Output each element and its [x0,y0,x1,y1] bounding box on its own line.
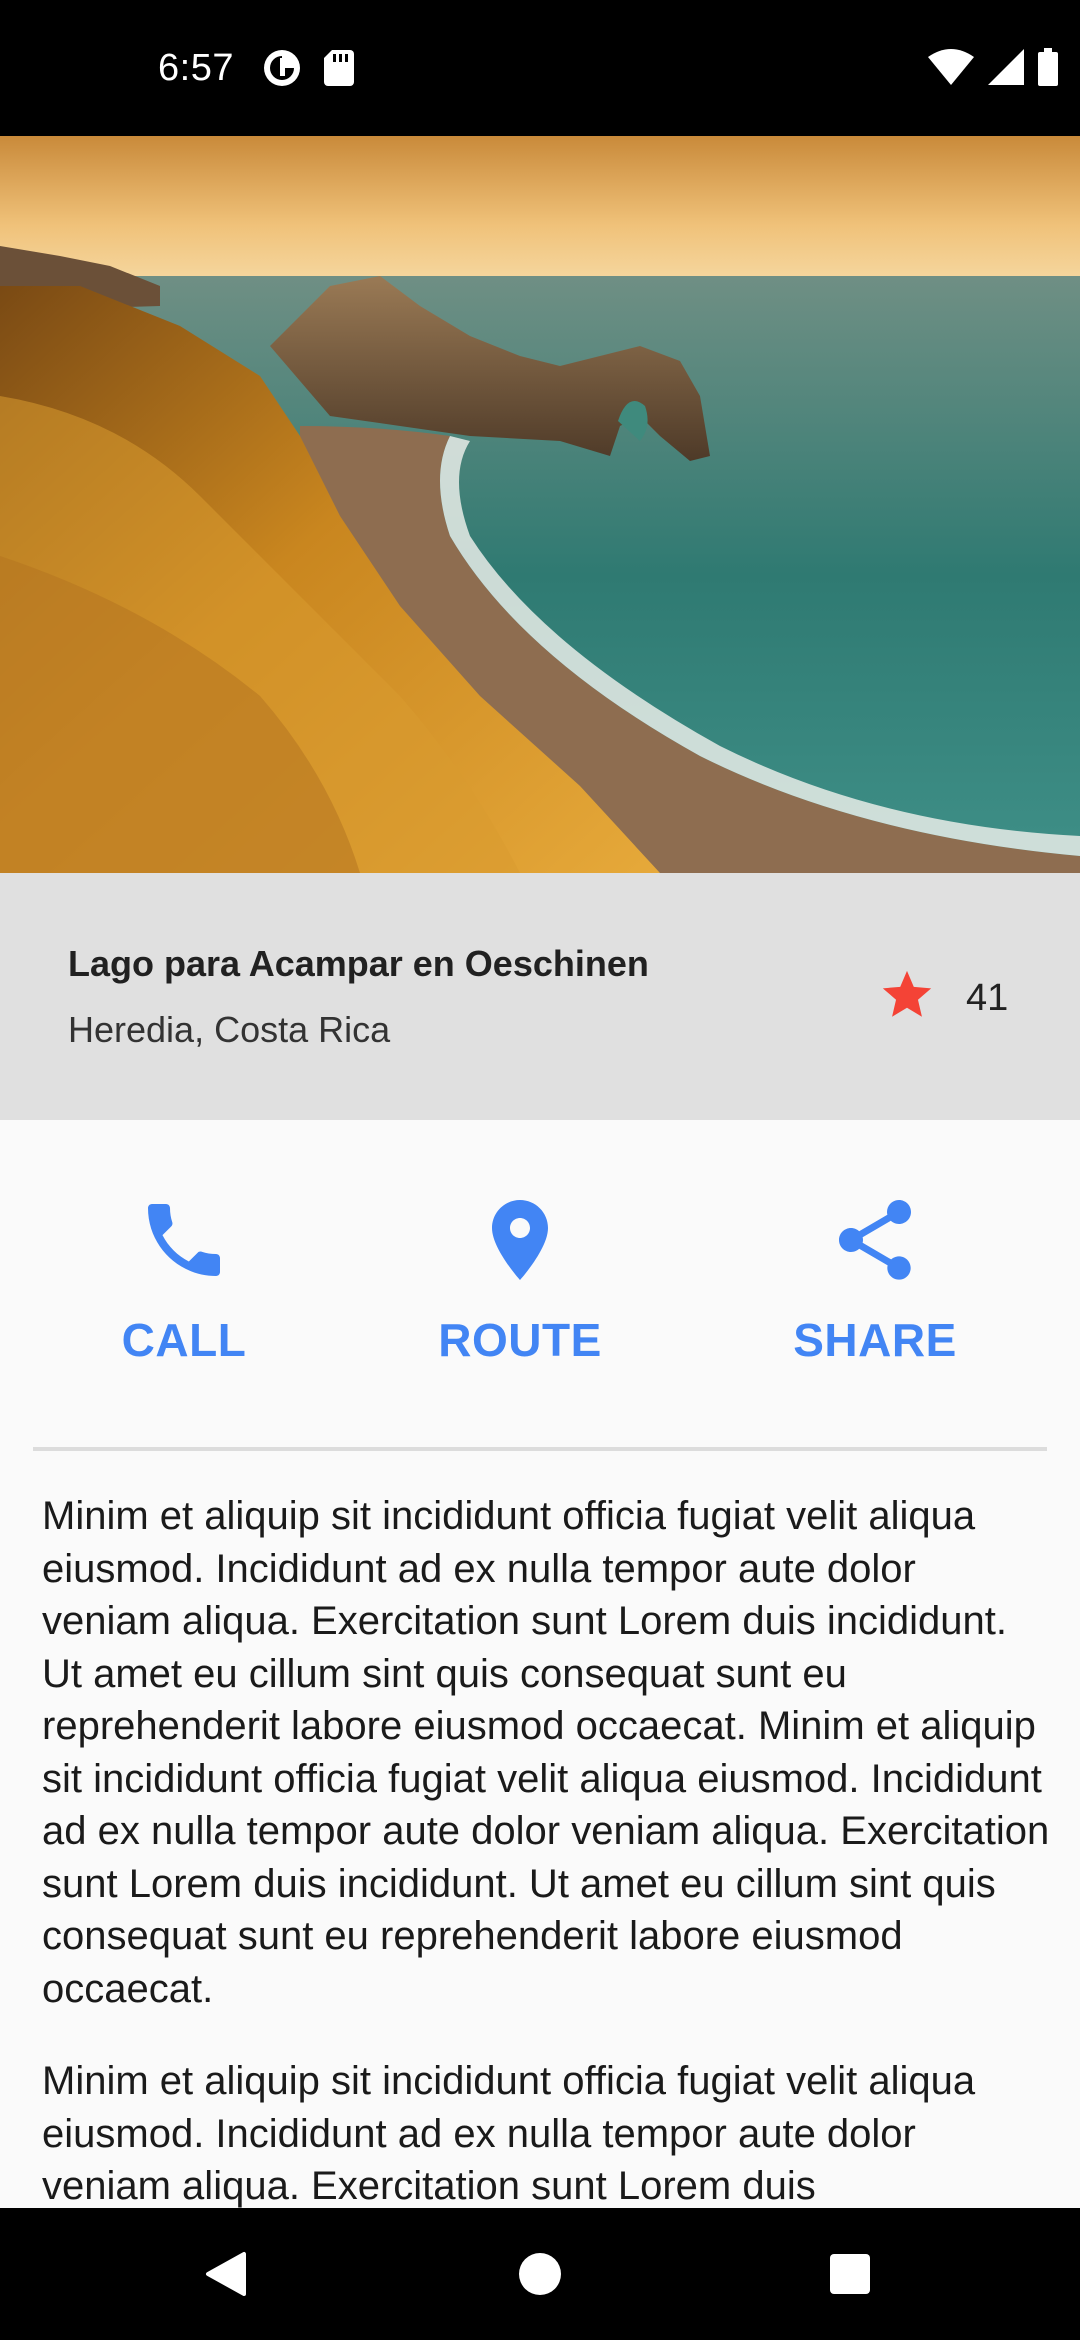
status-left-icons [262,48,354,88]
place-location: Heredia, Costa Rica [68,1009,391,1050]
star-icon[interactable] [878,966,936,1024]
hero-image [0,136,1080,873]
call-label: CALL [121,1314,247,1366]
share-label: SHARE [793,1314,957,1366]
home-button[interactable] [512,2246,568,2302]
description-paragraph: Minim et aliquip sit incididunt officia … [42,1494,1050,2011]
description: Minim et aliquip sit incididunt officia … [42,1490,1052,2253]
place-name: Lago para Acampar en Oeschinen [68,943,649,984]
route-label: ROUTE [438,1314,602,1366]
back-button[interactable] [198,2246,254,2302]
description-paragraph: Minim et aliquip sit incididunt officia … [42,2059,976,2208]
recents-icon [830,2254,870,2294]
share-button[interactable]: SHARE [755,1192,995,1368]
route-button[interactable]: ROUTE [400,1192,640,1368]
phone-icon [148,1204,220,1276]
status-bar: 6:57 [0,0,1080,136]
back-icon [206,2252,246,2296]
call-button[interactable]: CALL [64,1192,304,1368]
location-pin-icon [492,1200,548,1280]
divider [33,1447,1047,1451]
recents-button[interactable] [822,2246,878,2302]
screen: 6:57 Lago para Acampar en Oeschinen Here… [0,0,1080,2340]
star-count: 41 [966,977,1009,1019]
data-saver-icon [262,48,302,88]
status-time: 6:57 [158,47,234,89]
status-right-icons [928,48,1058,86]
signal-icon [988,49,1024,85]
action-row: CALL ROUTE SHARE [0,1120,1080,1450]
home-icon [519,2253,561,2295]
navigation-bar [0,2208,1080,2340]
wifi-icon [928,49,974,85]
battery-icon [1038,48,1058,86]
share-icon [839,1200,911,1280]
sd-card-icon [324,50,354,86]
